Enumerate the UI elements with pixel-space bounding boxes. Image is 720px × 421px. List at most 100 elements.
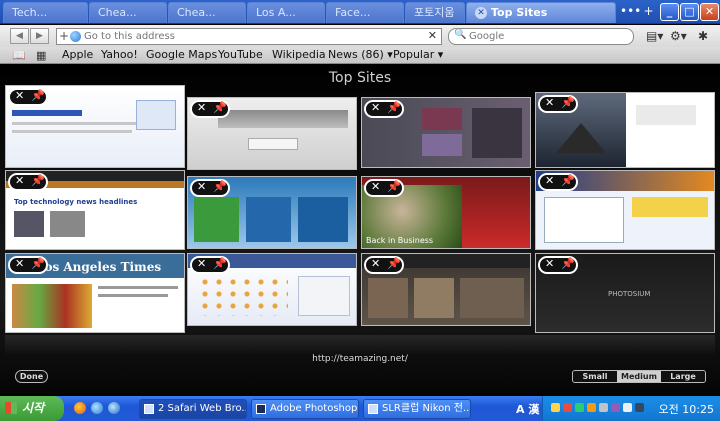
search-input[interactable]: [469, 30, 619, 43]
top-site-thumbnail[interactable]: PHOTOSIUM ✕ 📌: [535, 253, 715, 333]
top-sites-grid-icon[interactable]: ▦: [36, 49, 46, 62]
tab-close-icon[interactable]: ✕: [475, 7, 487, 19]
remove-icon[interactable]: ✕: [371, 101, 380, 114]
tray-icon[interactable]: [599, 403, 608, 412]
remove-icon[interactable]: ✕: [545, 174, 554, 187]
pin-icon[interactable]: 📌: [213, 257, 227, 270]
remove-icon[interactable]: ✕: [15, 257, 24, 270]
tray-icon[interactable]: [551, 403, 560, 412]
bookmarks-bar: 📖 ▦ Apple Yahoo! Google Maps YouTube Wik…: [0, 47, 720, 64]
remove-icon[interactable]: ✕: [15, 89, 24, 102]
bookmark-yahoo[interactable]: Yahoo!: [101, 48, 138, 61]
size-small-button[interactable]: Small: [573, 371, 617, 382]
thumbnail-controls: ✕ 📌: [538, 95, 578, 113]
pin-icon[interactable]: 📌: [561, 96, 575, 109]
task-safari[interactable]: 2 Safari Web Bro...: [139, 399, 247, 419]
size-large-button[interactable]: Large: [661, 371, 705, 382]
bug-report-icon[interactable]: ✱: [698, 29, 708, 43]
thumbnail-controls: ✕ 📌: [190, 100, 230, 118]
pin-icon[interactable]: 📌: [31, 257, 45, 270]
ie-icon[interactable]: [108, 402, 120, 414]
bookmarks-book-icon[interactable]: 📖: [12, 49, 26, 62]
tab-top-sites[interactable]: ✕ Top Sites: [466, 2, 616, 23]
remove-icon[interactable]: ✕: [371, 180, 380, 193]
tab-label: Chea...: [177, 6, 216, 19]
pin-icon[interactable]: 📌: [213, 180, 227, 193]
done-button[interactable]: Done: [15, 370, 48, 383]
windows-taskbar: 시작 2 Safari Web Bro... Adobe Photoshop .…: [0, 396, 720, 421]
pin-icon[interactable]: 📌: [213, 101, 227, 114]
overflow-dots-icon[interactable]: •••: [620, 4, 641, 20]
tab-4[interactable]: Los A...: [247, 2, 325, 23]
bookmark-news-folder[interactable]: News (86) ▾: [328, 48, 393, 61]
ime-indicator[interactable]: A 漢: [516, 401, 539, 417]
remove-icon[interactable]: ✕: [197, 257, 206, 270]
remove-icon[interactable]: ✕: [197, 180, 206, 193]
top-site-thumbnail[interactable]: ✕ 📌: [5, 85, 185, 168]
volume-icon[interactable]: [623, 403, 632, 412]
new-tab-button[interactable]: +: [640, 4, 657, 20]
tab-2[interactable]: Chea...: [89, 2, 167, 23]
clear-icon[interactable]: ✕: [428, 29, 437, 42]
tab-1[interactable]: Tech...: [3, 2, 88, 23]
system-tray: A 漢 오전 10:25: [516, 396, 720, 421]
page-menu-icon[interactable]: ▤▾: [646, 29, 663, 43]
minimize-button[interactable]: _: [660, 3, 679, 21]
pin-icon[interactable]: 📌: [387, 257, 401, 270]
close-button[interactable]: ✕: [700, 3, 719, 21]
size-medium-button[interactable]: Medium: [617, 371, 661, 382]
tab-5[interactable]: Face...: [326, 2, 404, 23]
pin-icon[interactable]: 📌: [561, 174, 575, 187]
add-bookmark-icon[interactable]: +: [59, 29, 69, 43]
top-site-thumbnail[interactable]: ✕ 📌: [187, 97, 357, 170]
remove-icon[interactable]: ✕: [545, 96, 554, 109]
top-site-thumbnail[interactable]: ✕ 📌: [535, 170, 715, 250]
top-site-thumbnail[interactable]: ✕ 📌: [361, 253, 531, 326]
pin-icon[interactable]: 📌: [561, 257, 575, 270]
task-photoshop[interactable]: Adobe Photoshop ...: [251, 399, 359, 419]
pin-icon[interactable]: 📌: [387, 180, 401, 193]
tray-icon[interactable]: [611, 403, 620, 412]
maximize-button[interactable]: □: [680, 3, 699, 21]
tab-bar: Tech... Chea... Chea... Los A... Face...…: [0, 0, 720, 24]
thumbnail-controls: ✕ 📌: [364, 179, 404, 197]
network-icon[interactable]: [635, 403, 644, 412]
remove-icon[interactable]: ✕: [15, 174, 24, 187]
bookmark-google-maps[interactable]: Google Maps: [146, 48, 217, 61]
task-slr-club[interactable]: SLR클럽 Nikon 전...: [363, 399, 471, 419]
bookmark-apple[interactable]: Apple: [62, 48, 93, 61]
browser-globe-icon[interactable]: [91, 402, 103, 414]
address-bar[interactable]: + ✕: [56, 28, 442, 45]
bookmark-youtube[interactable]: YouTube: [218, 48, 263, 61]
pin-icon[interactable]: 📌: [31, 174, 45, 187]
tray-icon[interactable]: [575, 403, 584, 412]
top-site-thumbnail[interactable]: Back in Business ✕ 📌: [361, 176, 531, 249]
task-label: 2 Safari Web Bro...: [158, 403, 247, 414]
tab-6[interactable]: 포토지움: [405, 2, 465, 23]
top-site-thumbnail[interactable]: Los Angeles Times ✕ 📌: [5, 253, 185, 333]
start-button[interactable]: 시작: [0, 396, 64, 421]
top-site-thumbnail[interactable]: ✕ 📌: [535, 92, 715, 168]
tab-3[interactable]: Chea...: [168, 2, 246, 23]
back-button[interactable]: ◀: [10, 28, 29, 44]
pin-icon[interactable]: 📌: [31, 89, 45, 102]
bookmark-popular-folder[interactable]: Popular ▾: [393, 48, 443, 61]
thumbnail-controls: ✕ 📌: [364, 256, 404, 274]
search-box[interactable]: 🔍: [448, 28, 634, 45]
tray-icon[interactable]: [563, 403, 572, 412]
address-input[interactable]: [84, 30, 414, 43]
top-site-thumbnail[interactable]: Top technology news headlines ✕ 📌: [5, 170, 185, 250]
top-site-thumbnail[interactable]: ✕ 📌: [187, 176, 357, 249]
remove-icon[interactable]: ✕: [197, 101, 206, 114]
top-site-thumbnail[interactable]: ✕ 📌: [187, 253, 357, 326]
remove-icon[interactable]: ✕: [371, 257, 380, 270]
tray-icon[interactable]: [587, 403, 596, 412]
remove-icon[interactable]: ✕: [545, 257, 554, 270]
tab-label: Los A...: [256, 6, 296, 19]
pin-icon[interactable]: 📌: [387, 101, 401, 114]
top-site-thumbnail[interactable]: ✕ 📌: [361, 97, 531, 168]
firefox-icon[interactable]: [74, 402, 86, 414]
forward-button[interactable]: ▶: [30, 28, 49, 44]
bookmark-wikipedia[interactable]: Wikipedia: [272, 48, 326, 61]
gear-icon[interactable]: ⚙▾: [670, 29, 687, 43]
